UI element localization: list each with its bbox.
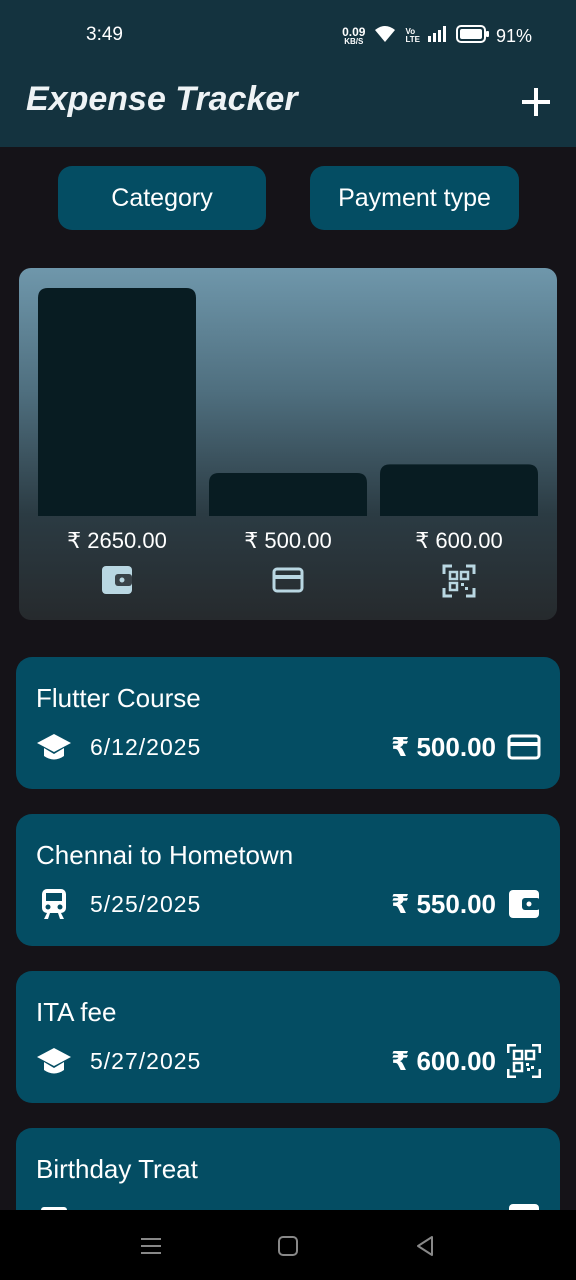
app-header: 3:49 0.09 KB/S Vo LTE 91% Expense Tracke… xyxy=(0,0,576,147)
battery-percent: 91% xyxy=(495,25,532,46)
home-nav-button[interactable] xyxy=(273,1231,303,1261)
battery: 91% xyxy=(455,24,532,48)
expense-chart: ₹ 2650.00 ₹ 500.00 ₹ 600.00 xyxy=(19,268,557,620)
chart-value-label: ₹ 2650.00 xyxy=(67,528,167,553)
battery-icon xyxy=(455,24,490,48)
qr-code-icon xyxy=(506,1043,542,1079)
status-icons: 0.09 KB/S Vo LTE 91% xyxy=(342,24,532,48)
page-title: Expense Tracker xyxy=(26,80,298,118)
volte-indicator: Vo LTE xyxy=(405,28,420,44)
expense-amount: ₹ 500.00 xyxy=(391,731,496,762)
plus-icon xyxy=(522,88,550,116)
expense-card[interactable]: Chennai to Hometown 5/25/2025 ₹ 550.00 xyxy=(16,814,560,946)
network-speed: 0.09 KB/S xyxy=(342,26,365,46)
expense-title: ITA fee xyxy=(36,997,117,1027)
expense-date: 5/27/2025 xyxy=(90,1047,202,1074)
expense-date: 6/12/2025 xyxy=(90,733,202,760)
chart-bar-wallet xyxy=(38,288,196,516)
home-icon xyxy=(278,1236,298,1256)
volte-bottom: LTE xyxy=(405,35,420,44)
train-icon xyxy=(36,886,72,922)
wifi-icon xyxy=(373,24,397,49)
expense-title: Chennai to Hometown xyxy=(36,840,294,870)
add-expense-button[interactable] xyxy=(516,82,556,122)
menu-nav-button[interactable] xyxy=(136,1231,166,1261)
credit-card-icon xyxy=(272,567,304,593)
chart-canvas: ₹ 2650.00 ₹ 500.00 ₹ 600.00 xyxy=(38,288,538,598)
wallet-icon xyxy=(506,886,542,922)
category-filter-button[interactable]: Category xyxy=(58,166,266,230)
expense-amount: ₹ 600.00 xyxy=(391,1045,496,1076)
expense-date: 5/25/2025 xyxy=(90,890,202,917)
expense-title: Flutter Course xyxy=(36,683,201,713)
expense-card[interactable]: Flutter Course 6/12/2025 ₹ 500.00 xyxy=(16,657,560,789)
back-nav-button[interactable] xyxy=(410,1231,440,1261)
menu-icon xyxy=(141,1238,161,1254)
payment-type-filter-button[interactable]: Payment type xyxy=(310,166,519,230)
status-bar: 3:49 0.09 KB/S Vo LTE 91% xyxy=(0,0,576,72)
wallet-icon xyxy=(102,566,132,594)
back-icon xyxy=(417,1236,433,1256)
status-time: 3:49 xyxy=(86,24,123,45)
graduation-cap-icon xyxy=(36,729,72,765)
signal-icon xyxy=(427,25,448,47)
expense-card[interactable]: ITA fee 5/27/2025 ₹ 600.00 xyxy=(16,971,560,1103)
chart-value-label: ₹ 500.00 xyxy=(244,528,331,553)
chart-bar-qr-code xyxy=(380,464,538,516)
expense-title: Birthday Treat xyxy=(36,1154,198,1184)
graduation-cap-icon xyxy=(36,1043,72,1079)
network-speed-unit: KB/S xyxy=(344,37,364,46)
expense-amount: ₹ 550.00 xyxy=(391,888,496,919)
chart-bar-card xyxy=(209,472,367,516)
chart-value-label: ₹ 600.00 xyxy=(415,528,502,553)
credit-card-icon xyxy=(506,729,542,765)
system-nav-bar xyxy=(0,1210,576,1280)
qr-code-icon xyxy=(442,564,476,598)
